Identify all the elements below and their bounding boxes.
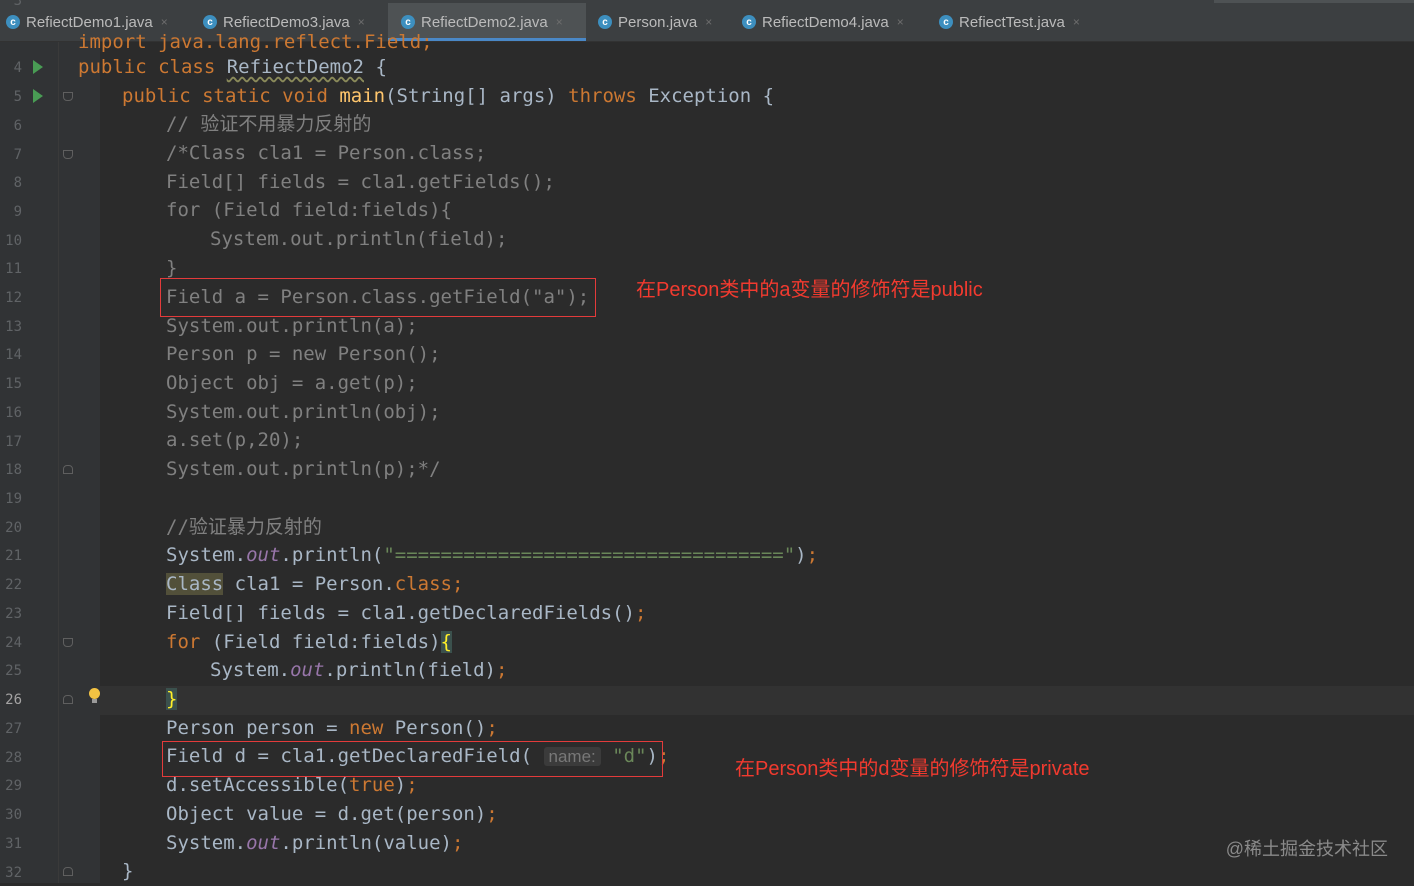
code-line-31: System.out.println(value); xyxy=(166,832,464,854)
tab-label: Person.java xyxy=(618,13,698,31)
code-line-16: System.out.println(obj); xyxy=(166,401,441,423)
line-number: 29 xyxy=(5,778,22,794)
line-number: 14 xyxy=(5,347,22,363)
current-line-highlight xyxy=(100,686,1414,715)
java-class-icon: c xyxy=(6,15,20,29)
line-number: 22 xyxy=(5,577,22,593)
line-number: 19 xyxy=(5,491,22,507)
line-number: 23 xyxy=(5,606,22,622)
fold-marker-icon[interactable] xyxy=(63,150,73,159)
java-class-icon: c xyxy=(939,15,953,29)
annotation-box-public xyxy=(160,278,596,317)
tab-refiecttest[interactable]: c RefiectTest.java × xyxy=(939,8,1080,36)
code-line-15: Object obj = a.get(p); xyxy=(166,372,418,394)
code-line-25: System.out.println(field); xyxy=(210,659,508,681)
annotation-note-public: 在Person类中的a变量的修饰符是public xyxy=(636,279,983,301)
line-number: 21 xyxy=(5,548,22,564)
line-number: 30 xyxy=(5,807,22,823)
intention-bulb-icon[interactable] xyxy=(89,688,100,703)
code-line-9: for (Field field:fields){ xyxy=(166,199,452,221)
fold-marker-icon[interactable] xyxy=(63,92,73,101)
gutter-divider xyxy=(58,42,59,883)
fold-marker-icon[interactable] xyxy=(63,695,73,704)
code-line-21: System.out.println("====================… xyxy=(166,544,819,566)
code-line-24: for (Field field:fields){ xyxy=(166,631,452,653)
line-number: 4 xyxy=(13,60,22,76)
fold-marker-icon[interactable] xyxy=(63,638,73,647)
tab-label: RefiectDemo4.java xyxy=(762,13,889,31)
line-number: 28 xyxy=(5,750,22,766)
line-number: 15 xyxy=(5,376,22,392)
line-number: 17 xyxy=(5,434,22,450)
line-number: 24 xyxy=(5,635,22,651)
watermark: @稀土掘金技术社区 xyxy=(1225,839,1388,859)
code-line-8: Field[] fields = cla1.getFields(); xyxy=(166,171,555,193)
line-number: 12 xyxy=(5,290,22,306)
java-class-icon: c xyxy=(598,15,612,29)
tab-label: RefiectDemo2.java xyxy=(421,13,548,31)
line-number: 25 xyxy=(5,663,22,679)
code-line-26: } xyxy=(166,688,178,710)
code-line-10: System.out.println(field); xyxy=(210,228,508,250)
java-class-icon: c xyxy=(742,15,756,29)
close-icon[interactable]: × xyxy=(161,15,168,29)
java-class-icon: c xyxy=(203,15,217,29)
line-number: 5 xyxy=(13,89,22,105)
line-number: 16 xyxy=(5,405,22,421)
line-number: 18 xyxy=(5,462,22,478)
line-number: 26 xyxy=(5,692,22,708)
line-number: 3 xyxy=(13,0,22,9)
close-icon[interactable]: × xyxy=(1073,15,1080,29)
java-class-icon: c xyxy=(401,15,415,29)
line-number: 10 xyxy=(5,233,22,249)
line-number: 31 xyxy=(5,836,22,852)
code-line-4: public class RefiectDemo2 { xyxy=(78,56,387,78)
line-number: 20 xyxy=(5,520,22,536)
code-line-27: Person person = new Person(); xyxy=(166,717,498,739)
code-line-23: Field[] fields = cla1.getDeclaredFields(… xyxy=(166,602,647,624)
fold-marker-icon[interactable] xyxy=(63,465,73,474)
run-gutter-icon[interactable] xyxy=(33,60,43,74)
code-line-5: public static void main(String[] args) t… xyxy=(122,85,775,107)
tab-label: RefiectTest.java xyxy=(959,13,1065,31)
code-line-14: Person p = new Person(); xyxy=(166,343,441,365)
code-line-30: Object value = d.get(person); xyxy=(166,803,498,825)
line-number: 7 xyxy=(13,147,22,163)
close-icon[interactable]: × xyxy=(705,15,712,29)
line-number: 13 xyxy=(5,319,22,335)
code-line-32: } xyxy=(122,860,134,882)
close-icon[interactable]: × xyxy=(897,15,904,29)
fold-marker-icon[interactable] xyxy=(63,867,73,876)
tab-person[interactable]: c Person.java × xyxy=(598,8,712,36)
line-number: 32 xyxy=(5,865,22,881)
line-number: 27 xyxy=(5,721,22,737)
annotation-note-private: 在Person类中的d变量的修饰符是private xyxy=(735,758,1090,780)
code-line-18: System.out.println(p);*/ xyxy=(166,458,441,480)
run-gutter-icon[interactable] xyxy=(33,89,43,103)
code-line-20: //验证暴力反射的 xyxy=(166,516,322,538)
line-number: 11 xyxy=(5,261,22,277)
code-line-6: // 验证不用暴力反射的 xyxy=(166,113,372,135)
tab-refiectdemo4[interactable]: c RefiectDemo4.java × xyxy=(742,8,904,36)
line-number: 9 xyxy=(13,204,22,220)
annotation-box-private xyxy=(162,741,663,777)
close-icon[interactable]: × xyxy=(358,15,365,29)
code-line-17: a.set(p,20); xyxy=(166,429,304,451)
tab-bar-top-strip xyxy=(1214,0,1414,3)
line-number: 8 xyxy=(13,175,22,191)
line-number: 6 xyxy=(13,118,22,134)
code-line-7: /*Class cla1 = Person.class; xyxy=(166,142,487,164)
code-line-22: Class cla1 = Person.class; xyxy=(166,573,464,595)
close-icon[interactable]: × xyxy=(556,15,563,29)
